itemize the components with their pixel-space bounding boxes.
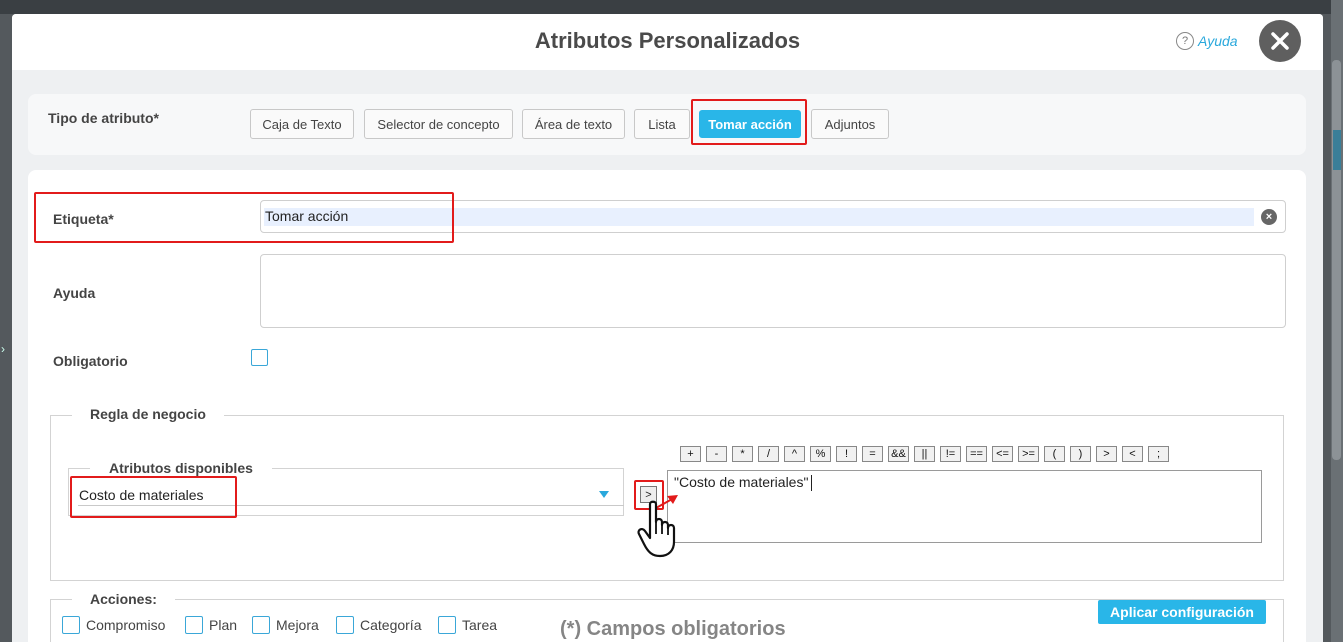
action-compromiso[interactable]: Compromiso (62, 616, 165, 634)
rule-expression-text: "Costo de materiales" (674, 474, 813, 492)
obligatorio-checkbox[interactable] (251, 349, 268, 366)
underlying-required-note: (*) Campos obligatorios (560, 618, 786, 640)
action-tarea[interactable]: Tarea (438, 616, 497, 634)
action-checkbox[interactable] (438, 616, 456, 634)
available-attributes-legend: Atributos disponibles (90, 460, 272, 476)
actions-legend: Acciones: (72, 591, 175, 607)
scrollbar-thumb[interactable] (1332, 60, 1341, 460)
apply-configuration-button[interactable]: Aplicar configuración (1098, 600, 1266, 624)
operator-button[interactable]: != (940, 446, 961, 462)
hand-pointer-icon (637, 500, 676, 558)
highlight-attribute-select (70, 476, 237, 518)
modal-header: Atributos Personalizados ? Ayuda (12, 14, 1323, 70)
highlight-etiqueta (34, 192, 454, 243)
operator-button[interactable]: == (966, 446, 987, 462)
clear-icon[interactable]: × (1261, 209, 1277, 225)
attribute-type-label: Tipo de atributo* (48, 110, 159, 126)
backdrop-scrollbar[interactable] (1331, 0, 1343, 642)
action-label: Compromiso (86, 617, 166, 633)
type-option-caja-de-texto[interactable]: Caja de Texto (250, 109, 354, 139)
operator-button[interactable]: / (758, 446, 779, 462)
close-button[interactable] (1259, 20, 1301, 62)
modal-title: Atributos Personalizados (534, 28, 801, 53)
action-mejora[interactable]: Mejora (252, 616, 319, 634)
type-option-lista[interactable]: Lista (634, 109, 690, 139)
type-option-area-de-texto[interactable]: Área de texto (522, 109, 625, 139)
action-label: Categoría (360, 617, 422, 633)
operator-button[interactable]: + (680, 446, 701, 462)
operator-button[interactable]: && (888, 446, 909, 462)
operator-button[interactable]: > (1096, 446, 1117, 462)
backdrop-left-chevron: › (1, 342, 5, 356)
operator-button[interactable]: ^ (784, 446, 805, 462)
rule-expression-textarea[interactable]: "Costo de materiales" (667, 470, 1262, 543)
action-plan[interactable]: Plan (185, 616, 237, 634)
operator-button[interactable]: < (1122, 446, 1143, 462)
help-icon: ? (1176, 32, 1194, 50)
operator-button[interactable]: >= (1018, 446, 1039, 462)
operator-button[interactable]: = (862, 446, 883, 462)
ayuda-label: Ayuda (53, 285, 96, 301)
ayuda-textarea[interactable] (260, 254, 1286, 328)
obligatorio-label: Obligatorio (53, 353, 128, 369)
attribute-form: Etiqueta* Tomar acción × Ayuda Obligator… (28, 170, 1306, 642)
action-label: Mejora (276, 617, 319, 633)
action-checkbox[interactable] (185, 616, 203, 634)
chevron-down-icon[interactable] (599, 491, 609, 498)
help-link[interactable]: ? Ayuda (1176, 32, 1238, 50)
type-option-adjuntos[interactable]: Adjuntos (811, 109, 889, 139)
operator-button[interactable]: * (732, 446, 753, 462)
help-label: Ayuda (1198, 33, 1238, 49)
operator-button[interactable]: ( (1044, 446, 1065, 462)
backdrop-top-bar (0, 0, 1343, 14)
action-checkbox[interactable] (62, 616, 80, 634)
operator-button[interactable]: ! (836, 446, 857, 462)
operator-button[interactable]: ; (1148, 446, 1169, 462)
action-checkbox[interactable] (252, 616, 270, 634)
close-icon (1271, 32, 1289, 50)
highlight-tomar-accion (691, 99, 807, 145)
text-caret (811, 475, 813, 492)
action-label: Plan (209, 617, 238, 633)
operator-button[interactable]: || (914, 446, 935, 462)
operator-button[interactable]: ) (1070, 446, 1091, 462)
attributes-modal: Atributos Personalizados ? Ayuda Tipo de… (12, 14, 1323, 642)
business-rule-legend: Regla de negocio (72, 406, 224, 422)
action-checkbox[interactable] (336, 616, 354, 634)
backdrop-accent-bar (1333, 130, 1341, 170)
action-label: Tarea (462, 617, 498, 633)
operator-button[interactable]: - (706, 446, 727, 462)
action-categoria[interactable]: Categoría (336, 616, 421, 634)
attribute-type-panel: Tipo de atributo* Caja de Texto Selector… (28, 94, 1306, 155)
operator-button[interactable]: % (810, 446, 831, 462)
type-option-selector-de-concepto[interactable]: Selector de concepto (364, 109, 513, 139)
operator-button[interactable]: <= (992, 446, 1013, 462)
